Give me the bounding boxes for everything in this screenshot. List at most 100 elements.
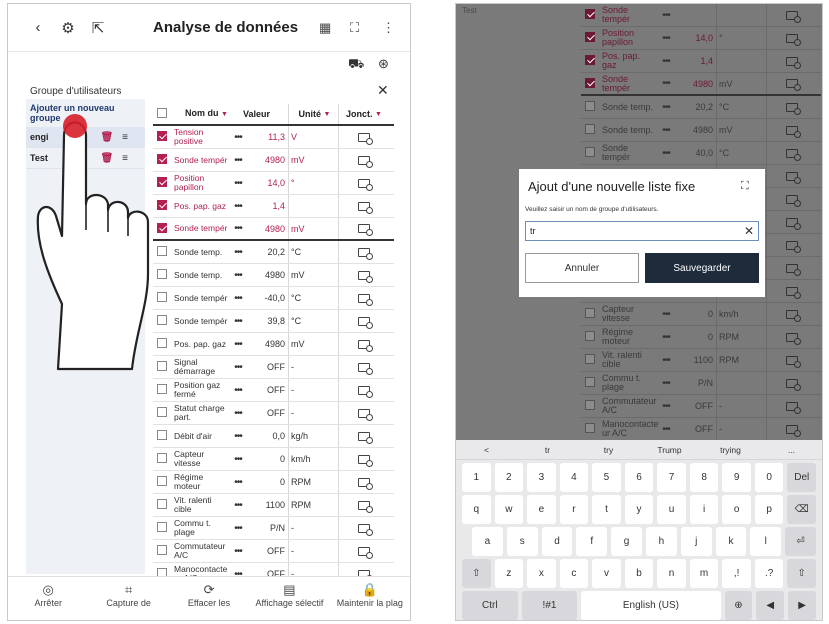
key-row3-7[interactable]: k <box>715 527 747 556</box>
more-horiz-icon[interactable]: ••• <box>228 201 248 212</box>
key-row2-2[interactable]: e <box>527 495 556 524</box>
table-row[interactable]: Pos. pap. gaz ••• 1,4 <box>153 195 394 218</box>
junction-icon[interactable] <box>786 33 801 46</box>
junction-icon[interactable] <box>786 286 801 299</box>
table-row[interactable]: Régime moteur ••• 0 RPM <box>153 471 394 494</box>
table-row[interactable]: Sonde tempér ••• 4980 mV <box>153 149 394 172</box>
clear-button[interactable]: ⟳ Effacer les <box>169 577 249 620</box>
more-horiz-icon[interactable]: ••• <box>228 178 248 189</box>
key-row4-1[interactable]: z <box>494 559 524 588</box>
table-row[interactable]: Sonde tempér ••• <box>581 4 821 27</box>
junction-icon[interactable] <box>358 270 373 283</box>
key-row2-3[interactable]: r <box>559 495 589 524</box>
more-horiz-icon[interactable]: ••• <box>228 247 248 258</box>
key-row4-4[interactable]: v <box>592 559 621 588</box>
group-name-input[interactable]: tr ✕ <box>525 221 759 241</box>
table-row[interactable]: Commutateur A/C ••• OFF - <box>581 395 821 418</box>
row-checkbox[interactable] <box>157 384 167 394</box>
key-row3-4[interactable]: g <box>611 527 642 556</box>
table-row[interactable]: Sonde temp. ••• 4980 mV <box>153 264 394 287</box>
key-row5-2[interactable]: English (US) <box>581 591 721 620</box>
row-checkbox[interactable] <box>157 499 167 509</box>
more-horiz-icon[interactable]: ••• <box>228 362 248 373</box>
junction-icon[interactable] <box>786 194 801 207</box>
key-row5-4[interactable]: ◀ <box>756 591 785 620</box>
col-junction-header[interactable]: Jonct. ▼ <box>338 104 389 124</box>
key-row2-0[interactable]: q <box>462 495 491 524</box>
key-row4-0[interactable]: ⇧ <box>462 559 491 588</box>
more-horiz-icon[interactable]: ••• <box>656 125 676 136</box>
table-row[interactable]: Pos. pap. gaz ••• 4980 mV <box>153 333 394 356</box>
row-checkbox[interactable] <box>585 400 595 410</box>
table-row[interactable]: Commutateur A/C ••• OFF - <box>153 540 394 563</box>
col-unit-header[interactable]: Unité ▼ <box>288 104 338 124</box>
junction-icon[interactable] <box>358 247 373 260</box>
suggestion-item[interactable]: try <box>578 445 639 455</box>
save-button[interactable]: Sauvegarder <box>645 253 759 283</box>
table-row[interactable]: Sonde temp. ••• 20,2 °C <box>153 241 394 264</box>
junction-icon[interactable] <box>358 385 373 398</box>
key-row3-8[interactable]: l <box>750 527 782 556</box>
table-row[interactable]: Vit. ralenti cible ••• 1100 RPM <box>581 349 821 372</box>
junction-icon[interactable] <box>786 401 801 414</box>
stop-button[interactable]: ◎ Arrêter <box>8 577 88 620</box>
row-checkbox[interactable] <box>157 522 167 532</box>
key-row5-1[interactable]: !#1 <box>521 591 578 620</box>
table-row[interactable]: Sonde tempér ••• 40,0 °C <box>581 142 821 165</box>
clear-icon[interactable]: ✕ <box>744 224 754 238</box>
table-row[interactable]: Débit d'air ••• 0,0 kg/h <box>153 425 394 448</box>
expand-icon[interactable]: ⛶ <box>741 180 749 193</box>
key-row4-9[interactable]: .? <box>754 559 784 588</box>
row-checkbox[interactable] <box>585 32 595 42</box>
key-row3-6[interactable]: j <box>680 527 712 556</box>
more-horiz-icon[interactable]: ••• <box>656 424 676 435</box>
key-row1-2[interactable]: 3 <box>527 463 556 492</box>
more-horiz-icon[interactable]: ••• <box>656 309 676 320</box>
junction-icon[interactable] <box>358 132 373 145</box>
junction-icon[interactable] <box>358 431 373 444</box>
junction-icon[interactable] <box>786 56 801 69</box>
key-row4-3[interactable]: c <box>559 559 589 588</box>
suggestion-item[interactable]: tr <box>517 445 578 455</box>
key-row5-3[interactable]: ⊕ <box>724 591 753 620</box>
tractor-icon[interactable]: ⛟ <box>348 56 364 74</box>
table-row[interactable]: Sonde tempér ••• 39,8 °C <box>153 310 394 333</box>
junction-icon[interactable] <box>358 224 373 236</box>
table-row[interactable]: Manocontacte ur A/C••• OFF- <box>581 418 821 441</box>
row-checkbox[interactable] <box>157 407 167 417</box>
key-row1-9[interactable]: 0 <box>754 463 784 492</box>
junction-icon[interactable] <box>358 155 373 168</box>
more-horiz-icon[interactable]: ••• <box>228 316 248 327</box>
key-row2-8[interactable]: o <box>722 495 751 524</box>
key-row4-7[interactable]: m <box>689 559 719 588</box>
row-checkbox[interactable] <box>157 476 167 486</box>
key-row1-3[interactable]: 4 <box>559 463 589 492</box>
row-checkbox[interactable] <box>585 55 595 65</box>
key-row1-5[interactable]: 6 <box>624 463 654 492</box>
row-checkbox[interactable] <box>585 354 595 364</box>
expand-icon[interactable]: ⛶ <box>350 20 359 36</box>
table-row[interactable]: Régime moteur ••• 0 RPM <box>581 326 821 349</box>
more-horiz-icon[interactable]: ••• <box>656 33 676 44</box>
table-row[interactable]: Tension positive ••• 11,3 V <box>153 126 394 149</box>
trend-icon[interactable]: ▦ <box>319 20 331 36</box>
key-row2-7[interactable]: i <box>689 495 719 524</box>
row-checkbox[interactable] <box>585 147 595 157</box>
table-row[interactable]: Capteur vitesse ••• 0 km/h <box>581 303 821 326</box>
row-checkbox[interactable] <box>585 377 595 387</box>
more-horiz-icon[interactable]: ••• <box>228 431 248 442</box>
key-row1-8[interactable]: 9 <box>722 463 751 492</box>
export-icon[interactable]: ⇱ <box>84 19 112 37</box>
more-vert-icon[interactable]: ⋮ <box>382 20 395 36</box>
key-row4-5[interactable]: b <box>624 559 654 588</box>
more-horiz-icon[interactable]: ••• <box>228 339 248 350</box>
junction-icon[interactable] <box>358 546 373 559</box>
junction-icon[interactable] <box>358 454 373 467</box>
table-row[interactable]: Signal démarrage ••• OFF - <box>153 356 394 379</box>
more-horiz-icon[interactable]: ••• <box>228 223 248 234</box>
key-row1-1[interactable]: 2 <box>494 463 524 492</box>
more-horiz-icon[interactable]: ••• <box>228 523 248 534</box>
junction-icon[interactable] <box>358 178 373 191</box>
junction-icon[interactable] <box>358 500 373 513</box>
table-row[interactable]: Position gaz fermé ••• OFF - <box>153 379 394 402</box>
